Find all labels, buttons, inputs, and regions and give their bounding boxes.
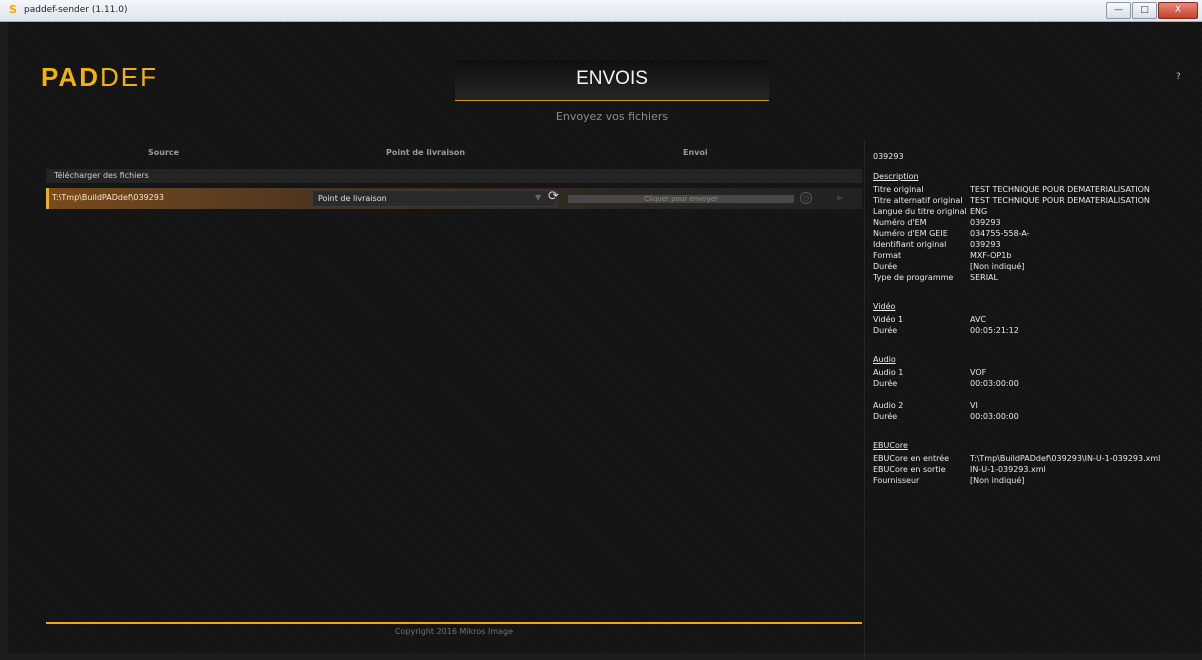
panel-divider bbox=[864, 140, 865, 660]
detail-row: Durée 00:03:00:00 bbox=[873, 411, 1193, 422]
detail-value: 039293 bbox=[970, 240, 1001, 249]
detail-row: EBUCore en sortie IN-U-1-039293.xml bbox=[873, 464, 1193, 475]
detail-value: 00:03:00:00 bbox=[970, 412, 1019, 421]
detail-row: Titre alternatif original TEST TECHNIQUE … bbox=[873, 195, 1193, 206]
window-title: paddef-sender (1.11.0) bbox=[24, 5, 128, 15]
detail-row: Durée 00:05:21:12 bbox=[873, 325, 1193, 336]
detail-label: Durée bbox=[873, 379, 898, 388]
detail-row: Numéro d'EM 039293 bbox=[873, 217, 1193, 228]
clock-icon[interactable]: ◷ bbox=[800, 192, 812, 204]
video-heading: Vidéo bbox=[873, 302, 896, 311]
chevron-down-icon[interactable]: ▼ bbox=[535, 193, 541, 202]
logo-light: DEF bbox=[99, 62, 158, 92]
detail-row: Durée [Non indiqué] bbox=[873, 261, 1193, 272]
detail-value: T:\Tmp\BuildPADdef\039293\IN-U-1-039293.… bbox=[970, 454, 1161, 463]
detail-label: Numéro d'EM GEIE bbox=[873, 229, 948, 238]
app-icon: S bbox=[9, 3, 17, 16]
ebucore-heading: EBUCore bbox=[873, 441, 908, 450]
app-main: PADDEF ENVOIS Envoyez vos fichiers ? Sou… bbox=[8, 22, 1202, 660]
maximize-button[interactable]: □ bbox=[1132, 2, 1157, 19]
detail-label: Titre alternatif original bbox=[873, 196, 963, 205]
detail-value: 00:03:00:00 bbox=[970, 379, 1019, 388]
detail-value: SERIAL bbox=[970, 273, 998, 282]
detail-value: TEST TECHNIQUE POUR DEMATERIALISATION bbox=[970, 185, 1150, 194]
arrow-right-icon[interactable]: ▶ bbox=[837, 193, 843, 202]
window-titlebar: S paddef-sender (1.11.0) — □ X bbox=[0, 0, 1202, 22]
delivery-point-select[interactable]: Point de livraison bbox=[312, 190, 557, 207]
detail-label: Type de programme bbox=[873, 273, 954, 282]
send-button[interactable]: Cliquer pour envoyer bbox=[568, 195, 794, 203]
file-row[interactable]: T:\Tmp\BuildPADdef\039293 Point de livra… bbox=[46, 188, 862, 209]
detail-value: TEST TECHNIQUE POUR DEMATERIALISATION bbox=[970, 196, 1150, 205]
detail-row: Durée 00:03:00:00 bbox=[873, 378, 1193, 389]
details-id: 039293 bbox=[873, 152, 904, 161]
detail-value: VI bbox=[970, 401, 978, 410]
help-button[interactable]: ? bbox=[1176, 72, 1181, 82]
page-title: ENVOIS bbox=[576, 68, 648, 89]
detail-row: Audio 2 VI bbox=[873, 400, 1193, 411]
detail-value: AVC bbox=[970, 315, 987, 324]
copyright-text: Copyright 2016 Mikros Image bbox=[394, 627, 514, 636]
detail-value: 039293 bbox=[970, 218, 1001, 227]
detail-label: EBUCore en entrée bbox=[873, 454, 950, 463]
audio-heading: Audio bbox=[873, 355, 896, 364]
detail-value: 034755-558-A- bbox=[970, 229, 1030, 238]
detail-label: Titre original bbox=[873, 185, 924, 194]
refresh-icon[interactable]: ⟳ bbox=[548, 190, 562, 204]
upload-section-header[interactable]: Télécharger des fichiers bbox=[46, 169, 862, 183]
footer-divider bbox=[46, 622, 862, 624]
detail-row: Langue du titre original ENG bbox=[873, 206, 1193, 217]
detail-label: Audio 1 bbox=[873, 368, 904, 377]
detail-label: Numéro d'EM bbox=[873, 218, 927, 227]
detail-row: EBUCore en entrée T:\Tmp\BuildPADdef\0392… bbox=[873, 453, 1193, 464]
detail-label: Audio 2 bbox=[873, 401, 904, 410]
page-subtitle: Envoyez vos fichiers bbox=[555, 110, 669, 123]
detail-label: Durée bbox=[873, 262, 898, 271]
detail-row: Type de programme SERIAL bbox=[873, 272, 1193, 283]
close-button[interactable]: X bbox=[1158, 2, 1198, 19]
detail-label: EBUCore en sortie bbox=[873, 465, 946, 474]
detail-value: ENG bbox=[970, 207, 988, 216]
detail-row: Numéro d'EM GEIE 034755-558-A- bbox=[873, 228, 1193, 239]
column-header-delivery: Point de livraison bbox=[386, 148, 466, 157]
detail-row: Format MXF-OP1b bbox=[873, 250, 1193, 261]
detail-label: Format bbox=[873, 251, 902, 260]
detail-value: 00:05:21:12 bbox=[970, 326, 1019, 335]
column-header-send: Envoi bbox=[683, 148, 708, 157]
detail-row: Vidéo 1 AVC bbox=[873, 314, 1193, 325]
file-source-path: T:\Tmp\BuildPADdef\039293 bbox=[52, 193, 164, 202]
detail-label: Vidéo 1 bbox=[873, 315, 904, 324]
detail-row: Titre original TEST TECHNIQUE POUR DEMATE… bbox=[873, 184, 1193, 195]
detail-value: VOF bbox=[970, 368, 987, 377]
column-header-source: Source bbox=[148, 148, 180, 157]
description-heading: Description bbox=[873, 172, 919, 181]
detail-label: Fournisseur bbox=[873, 476, 920, 485]
detail-row: Audio 1 VOF bbox=[873, 367, 1193, 378]
detail-value: IN-U-1-039293.xml bbox=[970, 465, 1046, 474]
details-panel: 039293 Description Titre original TEST TE… bbox=[873, 152, 1193, 486]
page-header: ENVOIS bbox=[455, 60, 769, 101]
paddef-logo: PADDEF bbox=[41, 62, 158, 93]
detail-label: Identifiant original bbox=[873, 240, 947, 249]
detail-label: Durée bbox=[873, 326, 898, 335]
detail-value: [Non indiqué] bbox=[970, 262, 1025, 271]
detail-value: [Non indiqué] bbox=[970, 476, 1025, 485]
window-controls: — □ X bbox=[1106, 2, 1198, 19]
detail-row: Identifiant original 039293 bbox=[873, 239, 1193, 250]
minimize-button[interactable]: — bbox=[1106, 2, 1131, 19]
detail-label: Durée bbox=[873, 412, 898, 421]
logo-bold: PAD bbox=[41, 62, 100, 92]
detail-row: Fournisseur [Non indiqué] bbox=[873, 475, 1193, 486]
detail-label: Langue du titre original bbox=[873, 207, 967, 216]
detail-value: MXF-OP1b bbox=[970, 251, 1012, 260]
